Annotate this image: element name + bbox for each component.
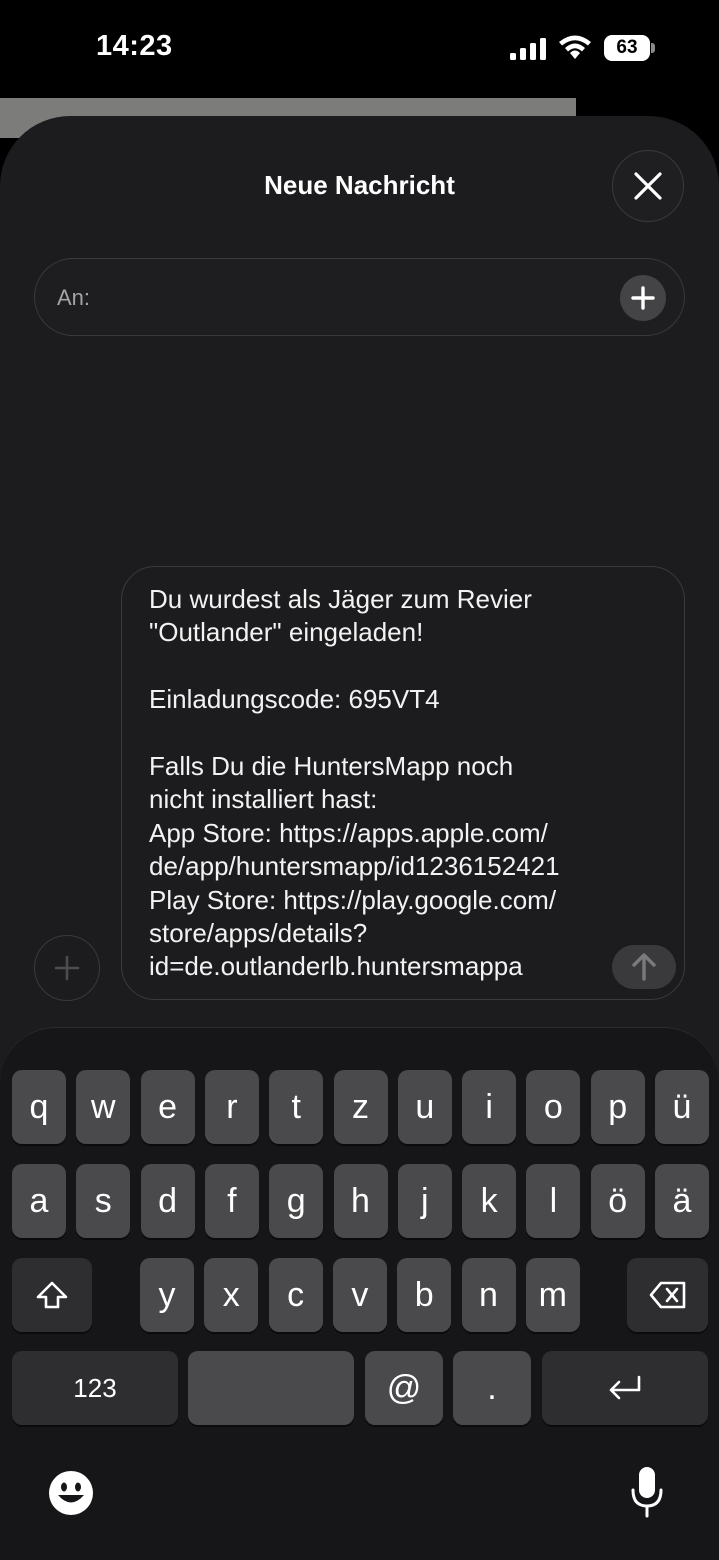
key-z[interactable]: z	[333, 1070, 388, 1144]
return-key[interactable]	[542, 1351, 708, 1425]
attach-icon	[54, 955, 80, 981]
key-p[interactable]: p	[590, 1070, 645, 1144]
emoji-icon	[49, 1471, 93, 1515]
signal-icon	[510, 38, 546, 60]
key-n[interactable]: n	[461, 1258, 516, 1332]
key-w[interactable]: w	[76, 1070, 131, 1144]
return-icon	[609, 1375, 641, 1400]
send-button[interactable]	[612, 945, 676, 989]
status-bar: 14:23 63	[0, 0, 719, 98]
close-button[interactable]	[612, 150, 684, 222]
microphone-button[interactable]	[630, 1466, 664, 1518]
key-r[interactable]: r	[204, 1070, 259, 1144]
key-c[interactable]: c	[268, 1258, 323, 1332]
recipient-field[interactable]: An:	[34, 258, 685, 336]
key-a[interactable]: a	[12, 1164, 66, 1238]
key-s[interactable]: s	[76, 1164, 131, 1238]
shift-key[interactable]	[12, 1258, 92, 1332]
key-b[interactable]: b	[397, 1258, 452, 1332]
recipient-label: An:	[57, 285, 91, 310]
delete-key[interactable]	[627, 1258, 708, 1332]
battery-level: 63	[616, 37, 638, 58]
attach-button[interactable]	[34, 935, 100, 1001]
message-text[interactable]: Du wurdest als Jäger zum Revier "Outland…	[149, 583, 629, 984]
key-d[interactable]: d	[140, 1164, 195, 1238]
battery-icon: 63	[604, 35, 655, 61]
key-ö[interactable]: ö	[590, 1164, 645, 1238]
key-x[interactable]: x	[204, 1258, 259, 1332]
key-t[interactable]: t	[269, 1070, 324, 1144]
key-y[interactable]: y	[140, 1258, 194, 1332]
microphone-icon	[631, 1467, 663, 1518]
emoji-button[interactable]	[48, 1470, 94, 1516]
close-icon	[634, 172, 662, 200]
wifi-icon	[559, 35, 591, 59]
key-l[interactable]: l	[526, 1164, 581, 1238]
key-g[interactable]: g	[269, 1164, 324, 1238]
key-h[interactable]: h	[333, 1164, 388, 1238]
numbers-key[interactable]: 123	[12, 1351, 178, 1425]
key-q[interactable]: q	[12, 1070, 66, 1144]
dot-key[interactable]: .	[453, 1351, 531, 1425]
delete-icon	[649, 1281, 685, 1309]
key-ü[interactable]: ü	[655, 1070, 709, 1144]
message-input[interactable]: Du wurdest als Jäger zum Revier "Outland…	[121, 566, 685, 1000]
key-ä[interactable]: ä	[655, 1164, 709, 1238]
add-recipient-icon	[631, 286, 655, 310]
key-i[interactable]: i	[462, 1070, 517, 1144]
key-v[interactable]: v	[332, 1258, 387, 1332]
send-icon	[632, 953, 656, 981]
key-k[interactable]: k	[462, 1164, 517, 1238]
space-key[interactable]	[188, 1351, 354, 1425]
key-u[interactable]: u	[397, 1070, 452, 1144]
shift-icon	[36, 1281, 68, 1309]
status-time: 14:23	[96, 30, 173, 62]
key-o[interactable]: o	[526, 1070, 581, 1144]
key-e[interactable]: e	[140, 1070, 195, 1144]
key-m[interactable]: m	[525, 1258, 580, 1332]
key-f[interactable]: f	[204, 1164, 259, 1238]
key-j[interactable]: j	[397, 1164, 452, 1238]
at-key[interactable]: @	[365, 1351, 443, 1425]
add-recipient-button[interactable]	[620, 275, 666, 321]
